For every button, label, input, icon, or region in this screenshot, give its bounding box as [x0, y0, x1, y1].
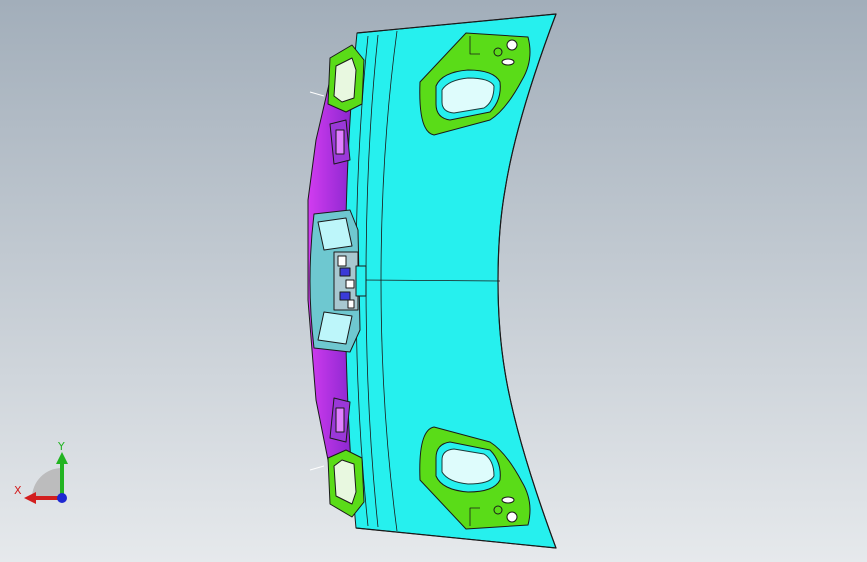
- center-latch-assembly: [309, 209, 367, 353]
- model-view[interactable]: [0, 0, 867, 562]
- cad-graphics-viewport[interactable]: X Y: [0, 0, 867, 562]
- flange-clip-lower: [329, 397, 351, 443]
- triad-z-axis: [57, 493, 67, 503]
- triad-x-label: X: [14, 484, 22, 497]
- triad-y-label: Y: [58, 440, 65, 453]
- flange-clip-upper: [329, 119, 351, 165]
